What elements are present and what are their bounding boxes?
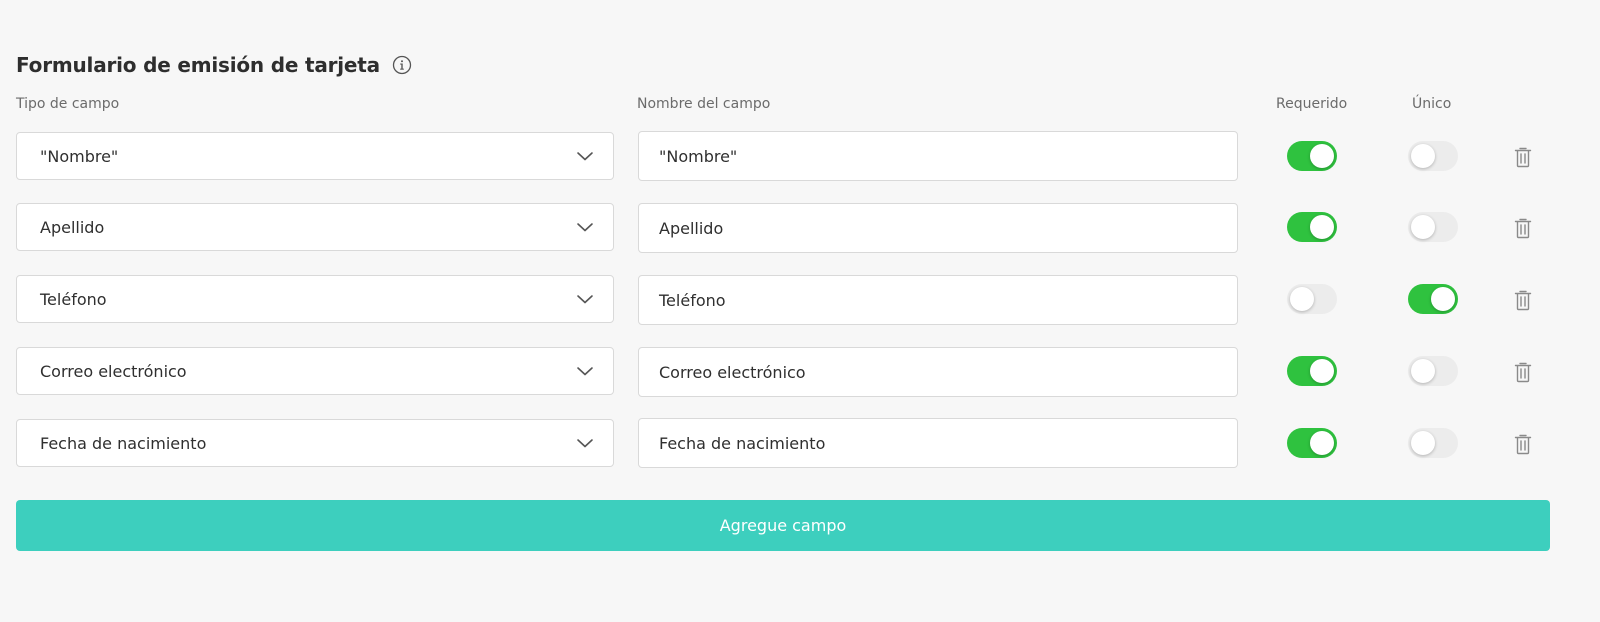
header-unique: Único (1412, 96, 1452, 112)
required-toggle[interactable] (1287, 356, 1337, 386)
form-page: Formulario de emisión de tarjeta Tipo de… (0, 0, 1600, 622)
add-field-button[interactable]: Agregue campo (16, 500, 1550, 551)
field-row: Apellido Apellido (0, 203, 1600, 255)
toggle-knob (1411, 215, 1435, 239)
field-type-select[interactable]: Teléfono (16, 275, 614, 323)
toggle-knob (1411, 144, 1435, 168)
field-name-input[interactable]: Fecha de nacimiento (638, 418, 1238, 468)
toggle-knob (1290, 287, 1314, 311)
header-required: Requerido (1276, 96, 1348, 112)
chevron-down-icon (575, 361, 595, 381)
trash-icon[interactable] (1512, 288, 1534, 312)
info-icon[interactable] (392, 55, 412, 75)
trash-icon[interactable] (1512, 432, 1534, 456)
toggle-knob (1310, 215, 1334, 239)
toggle-knob (1310, 144, 1334, 168)
unique-toggle[interactable] (1408, 141, 1458, 171)
field-row: Correo electrónico Correo electrónico (0, 347, 1600, 399)
field-type-value: "Nombre" (40, 146, 119, 166)
chevron-down-icon (575, 217, 595, 237)
header-field-name: Nombre del campo (637, 96, 771, 112)
chevron-down-icon (575, 289, 595, 309)
chevron-down-icon (575, 146, 595, 166)
field-row: "Nombre" "Nombre" (0, 131, 1600, 184)
toggle-knob (1310, 431, 1334, 455)
field-type-value: Teléfono (40, 289, 107, 309)
toggle-knob (1411, 359, 1435, 383)
toggle-knob (1310, 359, 1334, 383)
field-type-select[interactable]: Correo electrónico (16, 347, 614, 395)
required-toggle[interactable] (1287, 428, 1337, 458)
header-field-type: Tipo de campo (16, 96, 120, 112)
field-name-input[interactable]: Apellido (638, 203, 1238, 253)
unique-toggle[interactable] (1408, 212, 1458, 242)
field-row: Teléfono Teléfono (0, 275, 1600, 327)
field-name-input[interactable]: "Nombre" (638, 131, 1238, 181)
chevron-down-icon (575, 433, 595, 453)
form-header: Formulario de emisión de tarjeta (16, 50, 412, 80)
required-toggle[interactable] (1287, 284, 1337, 314)
field-type-select[interactable]: Fecha de nacimiento (16, 419, 614, 467)
field-type-select[interactable]: "Nombre" (16, 132, 614, 180)
field-row: Fecha de nacimiento Fecha de nacimiento (0, 418, 1600, 471)
trash-icon[interactable] (1512, 216, 1534, 240)
unique-toggle[interactable] (1408, 284, 1458, 314)
field-name-input[interactable]: Teléfono (638, 275, 1238, 325)
form-title: Formulario de emisión de tarjeta (16, 53, 380, 77)
field-type-value: Fecha de nacimiento (40, 433, 207, 453)
field-type-value: Correo electrónico (40, 361, 187, 381)
toggle-knob (1431, 287, 1455, 311)
required-toggle[interactable] (1287, 212, 1337, 242)
field-type-value: Apellido (40, 217, 105, 237)
trash-icon[interactable] (1512, 145, 1534, 169)
unique-toggle[interactable] (1408, 356, 1458, 386)
unique-toggle[interactable] (1408, 428, 1458, 458)
field-name-input[interactable]: Correo electrónico (638, 347, 1238, 397)
field-type-select[interactable]: Apellido (16, 203, 614, 251)
required-toggle[interactable] (1287, 141, 1337, 171)
trash-icon[interactable] (1512, 360, 1534, 384)
toggle-knob (1411, 431, 1435, 455)
